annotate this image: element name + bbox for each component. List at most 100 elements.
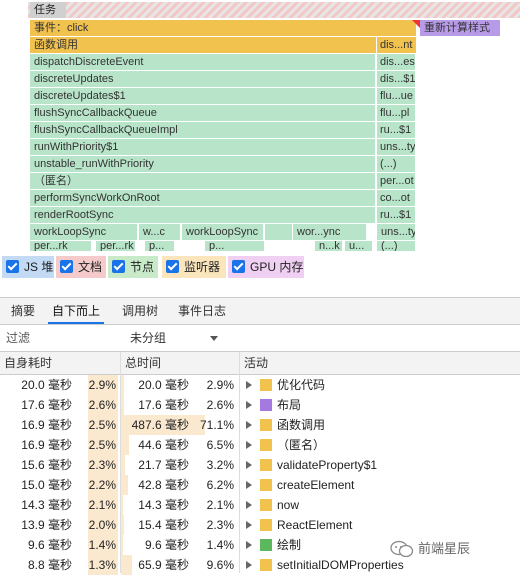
total-time: 44.6 毫秒	[138, 438, 189, 452]
flame-frame[interactable]: runWithPriority$1	[30, 139, 376, 155]
self-time-percent: 1.3%	[88, 558, 116, 572]
flame-event-bar[interactable]: 事件：click	[30, 20, 416, 36]
table-row[interactable]: 14.3 毫秒 2.1% 14.3 毫秒 2.1% now	[0, 495, 520, 515]
self-time-percent: 2.5%	[88, 418, 116, 432]
expand-arrow-icon[interactable]	[246, 401, 252, 409]
flame-frame[interactable]: co...ot	[377, 190, 416, 206]
flame-frame[interactable]: workLoopSync	[30, 224, 138, 240]
expand-arrow-icon[interactable]	[246, 441, 252, 449]
flame-frame[interactable]: renderRootSync	[30, 207, 376, 223]
metric-filter-checkbox[interactable]: GPU 内存	[228, 256, 304, 278]
total-time-percent: 1.4%	[206, 538, 234, 552]
self-time: 8.8 毫秒	[27, 558, 72, 572]
activity-name: createElement	[277, 478, 355, 492]
flame-frame[interactable]: dis...nt	[377, 37, 416, 53]
metric-filter-checkbox[interactable]: 节点	[108, 256, 158, 278]
metric-filter-checkbox[interactable]: 监听器	[162, 256, 226, 278]
category-color-icon	[260, 439, 272, 451]
flame-frame[interactable]: per...ot	[377, 173, 416, 189]
flame-frame[interactable]: p...	[145, 241, 175, 251]
metric-filter-checkbox[interactable]: JS 堆	[2, 256, 54, 278]
total-time-percent: 6.2%	[206, 478, 234, 492]
memory-filter-bar: JS 堆 文档 节点 监听器 GPU 内存	[0, 253, 520, 281]
grouping-select[interactable]: 未分组	[130, 328, 230, 348]
tab-3[interactable]: 事件日志	[174, 298, 230, 324]
panel-divider[interactable]	[0, 281, 520, 298]
expand-arrow-icon[interactable]	[246, 501, 252, 509]
flame-frame[interactable]: ru...$1	[377, 207, 416, 223]
flame-frame[interactable]: dis...$1	[377, 71, 416, 87]
flame-frame[interactable]: 函数调用	[30, 37, 376, 53]
flame-frame[interactable]: (...)	[377, 156, 416, 172]
expand-arrow-icon[interactable]	[246, 561, 252, 569]
self-time-percent: 2.3%	[88, 458, 116, 472]
expand-arrow-icon[interactable]	[246, 381, 252, 389]
flame-frame[interactable]: flu...ue	[377, 88, 416, 104]
total-time-percent: 2.6%	[206, 398, 234, 412]
metric-filter-checkbox[interactable]: 文档	[56, 256, 106, 278]
total-time: 15.4 毫秒	[138, 518, 189, 532]
filter-input[interactable]: 过滤	[2, 328, 122, 348]
table-row[interactable]: 15.0 毫秒 2.2% 42.8 毫秒 6.2% createElement	[0, 475, 520, 495]
total-time: 14.3 毫秒	[138, 498, 189, 512]
self-time: 16.9 毫秒	[21, 438, 72, 452]
flame-frame[interactable]: uns...ty	[377, 224, 416, 240]
flame-frame[interactable]: w...c	[139, 224, 181, 240]
flame-frame[interactable]: per...rk	[96, 241, 136, 251]
tab-0[interactable]: 摘要	[6, 298, 40, 324]
expand-arrow-icon[interactable]	[246, 521, 252, 529]
table-row[interactable]: 15.6 毫秒 2.3% 21.7 毫秒 3.2% validateProperty$1	[0, 455, 520, 475]
flame-frame[interactable]: workLoopSync	[182, 224, 264, 240]
tab-1[interactable]: 自下而上	[48, 298, 104, 324]
watermark-text: 前端星辰	[418, 541, 471, 556]
flame-frame[interactable]: dis...es	[377, 54, 416, 70]
table-row[interactable]: 20.0 毫秒 2.9% 20.0 毫秒 2.9% 优化代码	[0, 375, 520, 395]
flame-frame[interactable]: per...rk	[30, 241, 92, 251]
self-time: 14.3 毫秒	[21, 498, 72, 512]
flame-frame[interactable]: (...)	[377, 241, 416, 251]
activity-name: validateProperty$1	[277, 458, 378, 472]
flame-frame[interactable]: p...	[205, 241, 265, 251]
table-row[interactable]: 16.9 毫秒 2.5% 487.6 毫秒 71.1% 函数调用	[0, 415, 520, 435]
flame-frame[interactable]: uns...ty	[377, 139, 416, 155]
column-total-time[interactable]: 总时间	[121, 352, 239, 374]
flame-chart[interactable]: 任务 事件：click 重新计算样式 函数调用 dis...nt dispatchD…	[0, 0, 520, 253]
flame-frame[interactable]: unstable_runWithPriority	[30, 156, 376, 172]
chat-bubble-icon	[390, 540, 414, 558]
total-time: 487.6 毫秒	[131, 418, 189, 432]
tab-2[interactable]: 调用树	[118, 298, 162, 324]
flame-frame[interactable]: dispatchDiscreteEvent	[30, 54, 376, 70]
total-time-percent: 2.1%	[206, 498, 234, 512]
flame-frame[interactable]: discreteUpdates$1	[30, 88, 376, 104]
flame-frame[interactable]: discreteUpdates	[30, 71, 376, 87]
flame-frame[interactable]: performSyncWorkOnRoot	[30, 190, 376, 206]
flame-frame[interactable]: flu...pl	[377, 105, 416, 121]
filter-toolbar: 过滤 未分组	[0, 325, 520, 352]
table-row[interactable]: 13.9 毫秒 2.0% 15.4 毫秒 2.3% ReactElement	[0, 515, 520, 535]
self-time-percent: 2.5%	[88, 438, 116, 452]
expand-arrow-icon[interactable]	[246, 461, 252, 469]
flame-frame[interactable]	[265, 224, 293, 240]
flame-frame[interactable]: flushSyncCallbackQueue	[30, 105, 376, 121]
flame-frame[interactable]: n...k	[315, 241, 343, 251]
category-color-icon	[260, 399, 272, 411]
flame-task-bar[interactable]	[28, 2, 520, 18]
expand-arrow-icon[interactable]	[246, 481, 252, 489]
column-activity[interactable]: 活动	[240, 352, 520, 374]
flame-frame[interactable]: ru...$1	[377, 122, 416, 138]
flame-frame[interactable]: flushSyncCallbackQueueImpl	[30, 122, 376, 138]
expand-arrow-icon[interactable]	[246, 421, 252, 429]
flame-frame[interactable]: （匿名）	[30, 173, 376, 189]
table-row[interactable]: 17.6 毫秒 2.6% 17.6 毫秒 2.6% 布局	[0, 395, 520, 415]
category-color-icon	[260, 419, 272, 431]
category-color-icon	[260, 479, 272, 491]
flame-frame[interactable]: u...	[345, 241, 373, 251]
flame-frame[interactable]: wor...ync	[293, 224, 367, 240]
flame-recalc-style-bar[interactable]: 重新计算样式	[420, 20, 500, 36]
total-time-percent: 71.1%	[199, 418, 234, 432]
metric-filter-label: JS 堆	[24, 260, 54, 274]
expand-arrow-icon[interactable]	[246, 541, 252, 549]
column-self-time[interactable]: 自身耗时	[0, 352, 120, 374]
self-time-percent: 2.1%	[88, 498, 116, 512]
table-row[interactable]: 16.9 毫秒 2.5% 44.6 毫秒 6.5% （匿名）	[0, 435, 520, 455]
